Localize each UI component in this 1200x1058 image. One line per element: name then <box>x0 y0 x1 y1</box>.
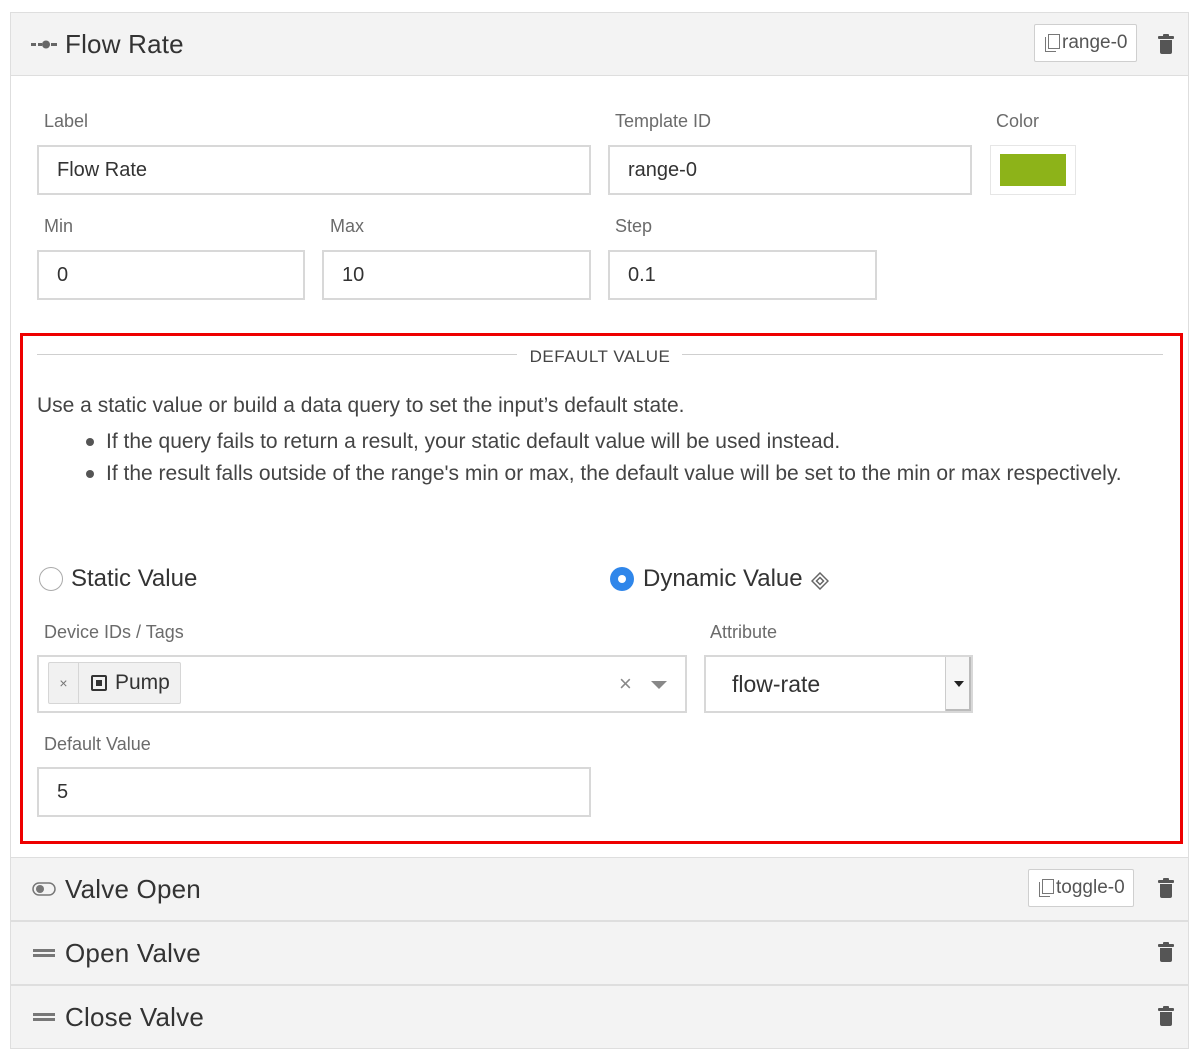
dynamic-value-label[interactable]: Dynamic Value <box>643 565 803 593</box>
template-id-copy-button[interactable]: range-0 <box>1034 24 1137 62</box>
toggle-icon <box>31 879 57 899</box>
panel-header-valve-open[interactable]: Valve Open <box>10 857 1189 921</box>
section-bullets: If the query fails to return a result, y… <box>80 426 1130 490</box>
copy-icon <box>1045 34 1060 52</box>
panel-header-close-valve[interactable]: Close Valve <box>10 985 1189 1049</box>
attribute-select[interactable]: flow-rate <box>704 655 973 713</box>
panel-title: Close Valve <box>65 1001 205 1032</box>
step-caption: Step <box>615 216 653 236</box>
attribute-select-value: flow-rate <box>732 670 821 697</box>
section-divider-left <box>37 354 517 355</box>
panel-title: Valve Open <box>65 873 201 904</box>
device-ids-select[interactable]: × Pump × <box>37 655 687 713</box>
label-caption: Label <box>44 111 89 131</box>
button-icon <box>31 943 57 963</box>
chevron-down-icon[interactable] <box>651 681 667 689</box>
section-description: Use a static value or build a data query… <box>37 394 685 417</box>
static-value-label[interactable]: Static Value <box>71 565 197 593</box>
device-tag: × Pump <box>48 662 181 704</box>
step-input[interactable]: 0.1 <box>608 250 877 300</box>
panel-title: Flow Rate <box>65 28 184 59</box>
template-id-copy-button[interactable]: toggle-0 <box>1028 869 1134 907</box>
button-icon <box>31 1007 57 1027</box>
template-id-input[interactable]: range-0 <box>608 145 972 195</box>
dropdown-arrow-icon[interactable] <box>945 657 971 711</box>
bullet-item: If the result falls outside of the range… <box>80 458 1130 490</box>
template-id-chip-text: range-0 <box>1062 32 1128 53</box>
device-tag-label: Pump <box>115 671 170 694</box>
range-slider-icon <box>31 34 57 54</box>
label-input[interactable]: Flow Rate <box>37 145 591 195</box>
section-title: DEFAULT VALUE <box>529 347 671 366</box>
template-id-chip-text: toggle-0 <box>1056 877 1125 898</box>
color-caption: Color <box>996 111 1040 131</box>
clear-selection-button[interactable]: × <box>619 671 632 697</box>
panel-header-flow-rate[interactable]: Flow Rate <box>10 12 1189 76</box>
static-value-radio[interactable] <box>39 567 63 591</box>
section-divider-right <box>682 354 1163 355</box>
bullet-item: If the query fails to return a result, y… <box>80 426 1130 458</box>
min-caption: Min <box>44 216 74 236</box>
trash-icon[interactable] <box>1158 1006 1174 1026</box>
device-ids-caption: Device IDs / Tags <box>44 622 184 642</box>
color-swatch <box>1000 154 1066 186</box>
chip-icon <box>91 675 107 691</box>
attribute-caption: Attribute <box>710 622 778 642</box>
diamond-icon <box>810 571 830 595</box>
template-id-caption: Template ID <box>615 111 712 131</box>
copy-icon <box>1039 879 1054 897</box>
max-input[interactable]: 10 <box>322 250 591 300</box>
panel-title: Open Valve <box>65 937 201 968</box>
panel-header-open-valve[interactable]: Open Valve <box>10 921 1189 985</box>
max-caption: Max <box>330 216 365 236</box>
trash-icon[interactable] <box>1158 942 1174 962</box>
trash-icon[interactable] <box>1158 34 1174 54</box>
trash-icon[interactable] <box>1158 878 1174 898</box>
tag-remove-button[interactable]: × <box>49 663 79 703</box>
color-picker[interactable] <box>990 145 1076 195</box>
default-value-input[interactable]: 5 <box>37 767 591 817</box>
default-value-caption: Default Value <box>44 734 151 754</box>
dynamic-value-radio[interactable] <box>610 567 634 591</box>
min-input[interactable]: 0 <box>37 250 305 300</box>
